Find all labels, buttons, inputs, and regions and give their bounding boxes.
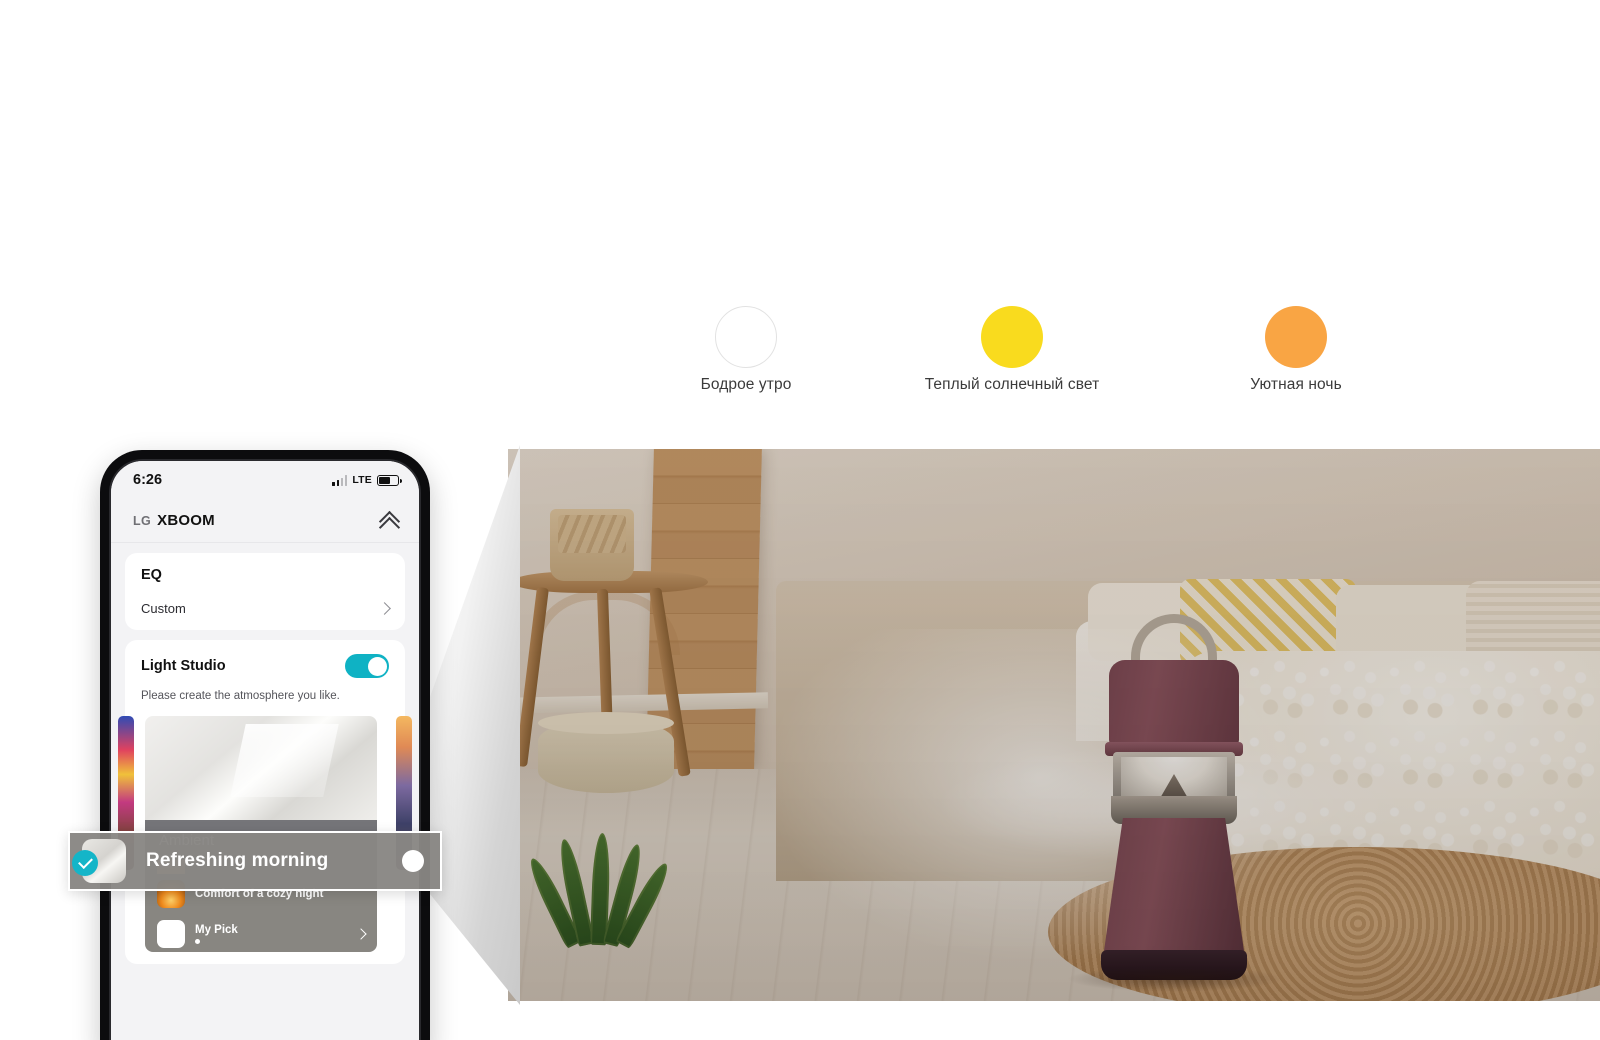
eq-card-title: EQ [141, 567, 162, 583]
checkmark-icon [72, 850, 98, 876]
status-bar-clock: 6:26 [133, 472, 163, 488]
mood-label: Теплый солнечный свет [924, 376, 1100, 393]
chevron-right-icon [355, 928, 367, 940]
round-storage-box [538, 712, 674, 793]
speaker-shadow [1067, 966, 1283, 992]
cozy-night-swatch [1265, 306, 1327, 368]
mood-swatch-refreshing-morning[interactable]: Бодрое утро [626, 306, 866, 394]
featured-preset-image [145, 716, 377, 820]
eq-preset-row[interactable]: Custom [141, 601, 391, 616]
speaker-light-lens [1113, 752, 1235, 800]
blank-thumbnail-icon [157, 920, 185, 948]
status-bar-indicators: LTE [332, 474, 402, 486]
app-content: EQ Custom Light Studio Please create the… [111, 543, 419, 1040]
app-brand: LG XBOOM [133, 512, 215, 529]
selected-radio-indicator[interactable] [402, 850, 424, 872]
phone-mockup: 6:26 LTE LG XBOOM EQ Custom Light Studio… [100, 450, 430, 1040]
signal-bars-icon [332, 474, 348, 486]
light-studio-title: Light Studio [141, 658, 226, 674]
mood-swatch-cozy-night[interactable]: Уютная ночь [1176, 306, 1416, 394]
speaker-top-shell [1109, 660, 1239, 745]
mood-label: Бодрое утро [700, 376, 792, 393]
list-item[interactable]: My Pick [145, 914, 377, 952]
callout-preset-label: Refreshing morning [146, 850, 329, 871]
refreshing-morning-swatch [715, 306, 777, 368]
brand-prefix-label: LG [133, 514, 152, 528]
mood-label: Уютная ночь [1250, 376, 1342, 393]
light-studio-card: Light Studio Please create the atmospher… [118, 640, 412, 964]
battery-icon [377, 474, 402, 486]
brand-name-label: XBOOM [157, 512, 215, 529]
eq-card: EQ Custom [125, 553, 405, 630]
plant-pot [550, 509, 634, 581]
preset-thumbnail-icon [72, 839, 126, 883]
eq-preset-value: Custom [141, 601, 186, 616]
warm-sunlight-swatch [981, 306, 1043, 368]
bedroom-lifestyle-photo [508, 449, 1600, 1001]
light-studio-toggle[interactable] [345, 654, 389, 678]
light-studio-subtitle: Please create the atmosphere you like. [141, 690, 340, 702]
magnified-preset-row-callout[interactable]: Refreshing morning [68, 831, 442, 891]
status-bar: 6:26 LTE [111, 461, 419, 499]
light-mood-swatches: Бодрое утро Теплый солнечный свет Уютная… [640, 300, 1400, 420]
app-header: LG XBOOM [111, 499, 419, 543]
zoom-callout-connector [420, 445, 520, 1005]
light-studio-header: Light Studio [141, 654, 389, 678]
chevron-double-up-icon[interactable] [379, 511, 399, 531]
speaker-body [1103, 818, 1245, 958]
screenshot-root: Бодрое утро Теплый солнечный свет Уютная… [0, 0, 1600, 1040]
phone-screen: 6:26 LTE LG XBOOM EQ Custom Light Studio… [109, 459, 421, 1040]
list-item-label: My Pick [195, 924, 238, 944]
mood-swatch-warm-sunlight[interactable]: Теплый солнечный свет [892, 306, 1132, 394]
photo-scene [508, 449, 1600, 1001]
xboom-360-speaker [935, 614, 1405, 992]
network-type-label: LTE [352, 474, 372, 486]
chevron-right-icon [378, 602, 391, 615]
